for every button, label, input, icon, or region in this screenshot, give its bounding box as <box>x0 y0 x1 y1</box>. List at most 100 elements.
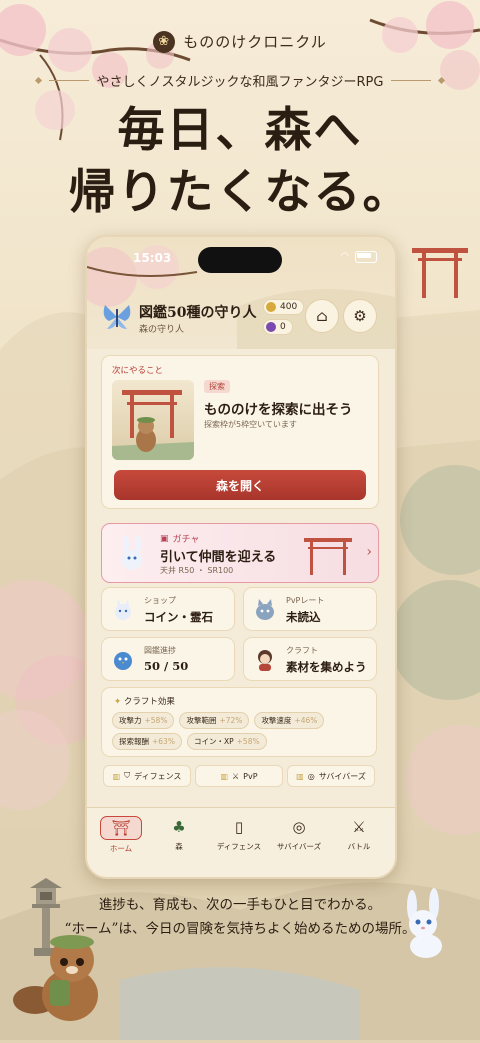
chart-icon: ▥ <box>296 771 304 781</box>
effect-pill: コイン・XP +58% <box>186 733 267 750</box>
effect-value: +58% <box>236 737 260 746</box>
spirit-stone-icon <box>266 322 276 332</box>
effect-value: +72% <box>219 716 243 725</box>
battery-icon <box>355 251 377 263</box>
brand-name: もののけクロニクル <box>183 33 327 51</box>
effect-name: 探索報酬 <box>119 737 149 746</box>
gacha-tag: ▣ ガチャ <box>160 532 199 546</box>
tab-forest[interactable]: ♣ 森 <box>151 816 207 852</box>
tab-survivors[interactable]: ◎ サバイバーズ <box>271 816 327 852</box>
effect-name: 攻撃範囲 <box>186 716 217 725</box>
cat-spirit-blue-icon <box>256 599 274 620</box>
tab-label: サバイバーズ <box>276 842 322 851</box>
divider-diamond <box>34 76 42 84</box>
coin-counter: 400 <box>263 299 305 315</box>
open-forest-button[interactable]: 森を開く <box>114 470 366 500</box>
shop-button[interactable]: ⌂ <box>305 299 339 333</box>
tile-craft[interactable]: クラフト 素材を集めよう <box>243 637 377 681</box>
dynamic-island <box>198 247 282 273</box>
settings-button[interactable]: ⚙ <box>343 299 377 333</box>
craft-effects-title-text: クラフト効果 <box>123 697 175 707</box>
sparkle-icon: ✦ <box>114 697 122 707</box>
bird-spirit-icon <box>114 652 132 670</box>
headline: 毎日、森へ 帰りたくなる。 <box>0 100 480 224</box>
shop-icon: ⌂ <box>316 307 328 325</box>
tile-label: クラフト <box>286 646 318 655</box>
mode-label: ディフェンス <box>134 771 182 781</box>
chart-icon: ▥ <box>112 771 121 781</box>
divider-rule <box>391 79 432 81</box>
orb-count: 0 <box>280 322 286 332</box>
tower-icon: ▯ <box>234 818 244 836</box>
cat-spirit-icon <box>115 599 131 620</box>
effect-pill: 攻撃速度 +46% <box>254 712 325 729</box>
chevron-right-icon: › <box>366 544 372 560</box>
next-action-subtitle: 探索枠が5枠空いています <box>204 420 297 429</box>
tile-value: 50 / 50 <box>144 659 189 673</box>
next-action-label: 次にやること <box>112 366 164 376</box>
effect-pill: 攻撃範囲 +72% <box>179 712 250 729</box>
mode-label: PvP <box>243 771 258 781</box>
effect-name: 攻撃力 <box>119 716 142 725</box>
brand-logo: ❀ もののけクロニクル <box>153 30 327 53</box>
tanuki-character <box>13 935 98 1021</box>
gacha-icon: ▣ <box>160 533 169 544</box>
divider-diamond <box>438 76 446 84</box>
tab-label: バトル <box>347 842 371 851</box>
tile-dex-progress[interactable]: 図鑑進捗 50 / 50 <box>101 637 235 681</box>
tab-label: ディフェンス <box>216 842 262 851</box>
effect-pill: 探索報酬 +63% <box>112 733 182 750</box>
effect-value: +46% <box>294 716 318 725</box>
coin-icon <box>266 302 276 312</box>
craft-effects-row-2: 探索報酬 +63% コイン・XP +58% <box>112 733 267 750</box>
bottom-tab-bar: ⛩ ホーム ♣ 森 ▯ ディフェンス ◎ サバイバーズ ⚔ バトル <box>87 807 395 877</box>
tagline-text: やさしくノスタルジックな和風ファンタジーRPG <box>96 74 384 90</box>
headline-line-2: 帰りたくなる。 <box>68 165 412 220</box>
tile-pvp-rate[interactable]: PvPレート 未読込 <box>243 587 377 631</box>
effect-name: コイン・XP <box>193 737 234 746</box>
tab-label: ホーム <box>109 844 133 853</box>
effect-name: 攻撃速度 <box>261 716 292 725</box>
phone-mockup: 15:03 ◠ 図鑑50種の守り人 森の守り人 400 0 ⌂ ⚙ 次にやること… <box>85 235 397 879</box>
craft-effects-row-1: 攻撃力 +58% 攻撃範囲 +72% 攻撃速度 +46% <box>112 712 325 729</box>
mode-pvp-button[interactable]: ▥ ⚔ PvP <box>195 765 283 787</box>
divider-rule <box>48 79 89 81</box>
page-header: ❀ もののけクロニクル やさしくノスタルジックな和風ファンタジーRPG <box>0 30 480 90</box>
tile-value: 未読込 <box>286 610 321 624</box>
torii-icon: ⛩ <box>100 816 142 840</box>
tab-label: 森 <box>175 842 183 851</box>
profile-title: 図鑑50種の守り人 <box>139 305 257 321</box>
tile-label: PvPレート <box>286 596 325 605</box>
gacha-title: 引いて仲間を迎える <box>160 550 277 565</box>
bunny-spirit-icon <box>122 535 142 570</box>
butterfly-badge-icon[interactable] <box>101 301 133 333</box>
swords-icon: ⚔ <box>232 771 240 781</box>
wifi-icon: ◠ <box>340 251 349 262</box>
status-time: 15:03 <box>133 251 172 265</box>
craft-effects-title: ✦ クラフト効果 <box>114 695 175 707</box>
brand-emblem-icon: ❀ <box>153 30 176 53</box>
status-icons: ◠ <box>340 251 377 263</box>
tab-home[interactable]: ⛩ ホーム <box>93 816 149 854</box>
gear-icon: ⚙ <box>353 307 367 325</box>
tile-shop[interactable]: ショップ コイン・霊石 <box>101 587 235 631</box>
tile-value: コイン・霊石 <box>144 610 213 624</box>
tab-defense[interactable]: ▯ ディフェンス <box>211 816 267 852</box>
tile-value: 素材を集めよう <box>286 660 367 674</box>
chart-icon: ▥ <box>220 771 228 781</box>
effect-pill: 攻撃力 +58% <box>112 712 175 729</box>
gacha-subtitle: 天井 R50 ・ SR100 <box>160 566 234 575</box>
mode-defense-button[interactable]: ▥ ⛉ ディフェンス <box>103 765 191 787</box>
mode-survivors-button[interactable]: ▥ ◎ サバイバーズ <box>287 765 375 787</box>
compass-icon: ◎ <box>292 818 306 836</box>
tile-label: 図鑑進捗 <box>144 646 176 655</box>
bunny-spirit-character <box>407 888 442 958</box>
torii-gate-illustration <box>412 248 468 298</box>
tree-icon: ♣ <box>172 818 186 836</box>
coin-count: 400 <box>280 302 298 312</box>
tab-battle[interactable]: ⚔ バトル <box>331 816 387 852</box>
headline-line-1: 毎日、森へ <box>117 103 363 158</box>
effect-value: +58% <box>144 716 168 725</box>
orb-counter: 0 <box>263 319 293 335</box>
gacha-banner[interactable]: ▣ ガチャ 引いて仲間を迎える 天井 R50 ・ SR100 › <box>101 523 379 583</box>
